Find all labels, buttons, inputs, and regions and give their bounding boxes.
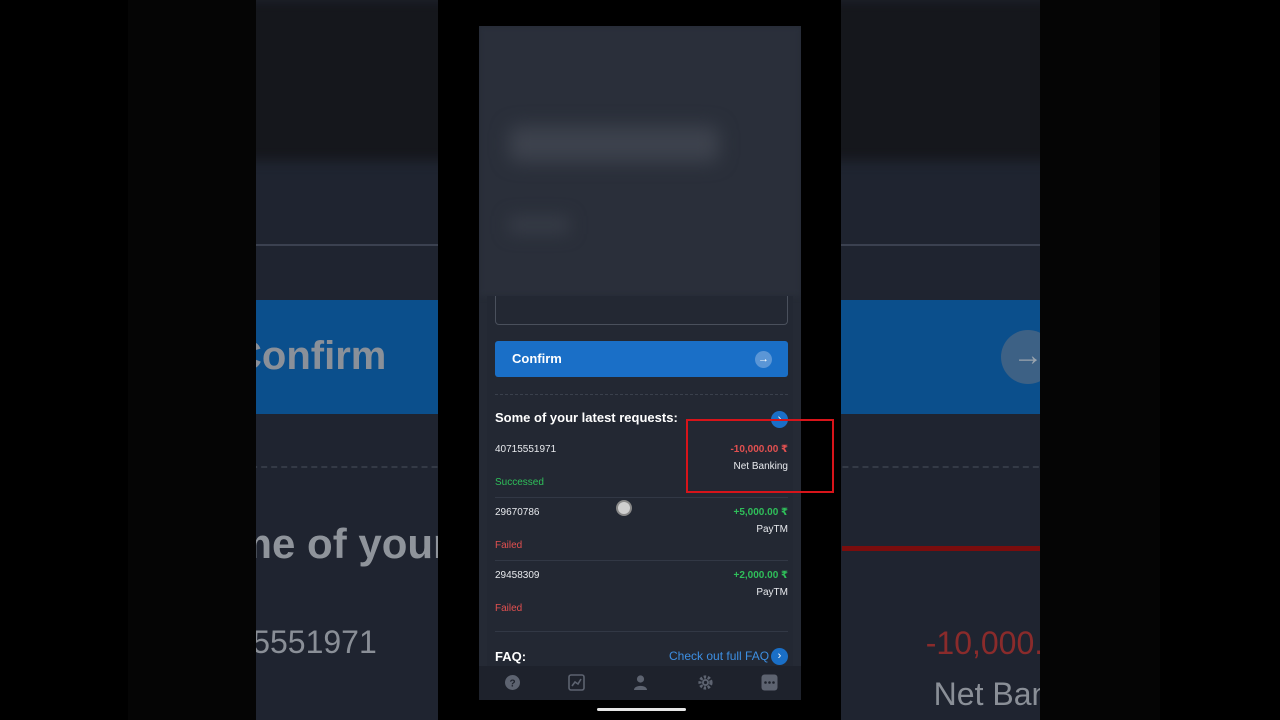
blurred-balance [509, 126, 719, 162]
confirm-button[interactable]: Confirm → [495, 341, 788, 377]
home-indicator [597, 708, 686, 711]
app-screen: Confirm → Some of your latest requests: … [479, 26, 801, 700]
list-item[interactable]: 29458309 +2,000.00 ₹ PayTM Failed [495, 570, 788, 632]
highlight-box [686, 419, 834, 493]
divider [495, 497, 788, 498]
settings-icon[interactable] [697, 674, 714, 691]
svg-text:?: ? [509, 679, 515, 690]
arrow-right-icon: → [755, 351, 772, 368]
bg-shade [128, 0, 256, 720]
request-amount: +2,000.00 ₹ [733, 570, 788, 581]
faq-label: FAQ: [495, 649, 527, 664]
divider [495, 560, 788, 561]
phone-frame: Confirm → Some of your latest requests: … [438, 0, 841, 720]
request-id: 29458309 [495, 570, 540, 581]
confirm-label: Confirm [512, 351, 562, 366]
request-status: Failed [495, 603, 523, 614]
blurred-label [509, 216, 569, 234]
request-method: PayTM [756, 524, 788, 535]
request-amount: +5,000.00 ₹ [733, 507, 788, 518]
faq-link[interactable]: Check out full FAQ [669, 649, 769, 663]
profile-icon[interactable] [632, 674, 649, 691]
divider [495, 394, 788, 395]
chevron-right-icon[interactable]: › [771, 648, 788, 665]
request-id: 40715551971 [495, 444, 557, 455]
request-status: Failed [495, 540, 523, 551]
request-method: PayTM [756, 587, 788, 598]
bg-shade [1040, 0, 1160, 720]
divider [495, 631, 788, 632]
request-id: 29670786 [495, 507, 540, 518]
touch-indicator [616, 500, 632, 516]
support-icon[interactable]: ? [504, 674, 521, 691]
requests-title: Some of your latest requests: [495, 410, 678, 425]
request-status: Successed [495, 477, 544, 488]
bottom-nav: ? [479, 666, 801, 700]
more-icon[interactable] [761, 674, 778, 691]
amount-input[interactable] [495, 296, 788, 325]
chart-icon[interactable] [568, 674, 585, 691]
